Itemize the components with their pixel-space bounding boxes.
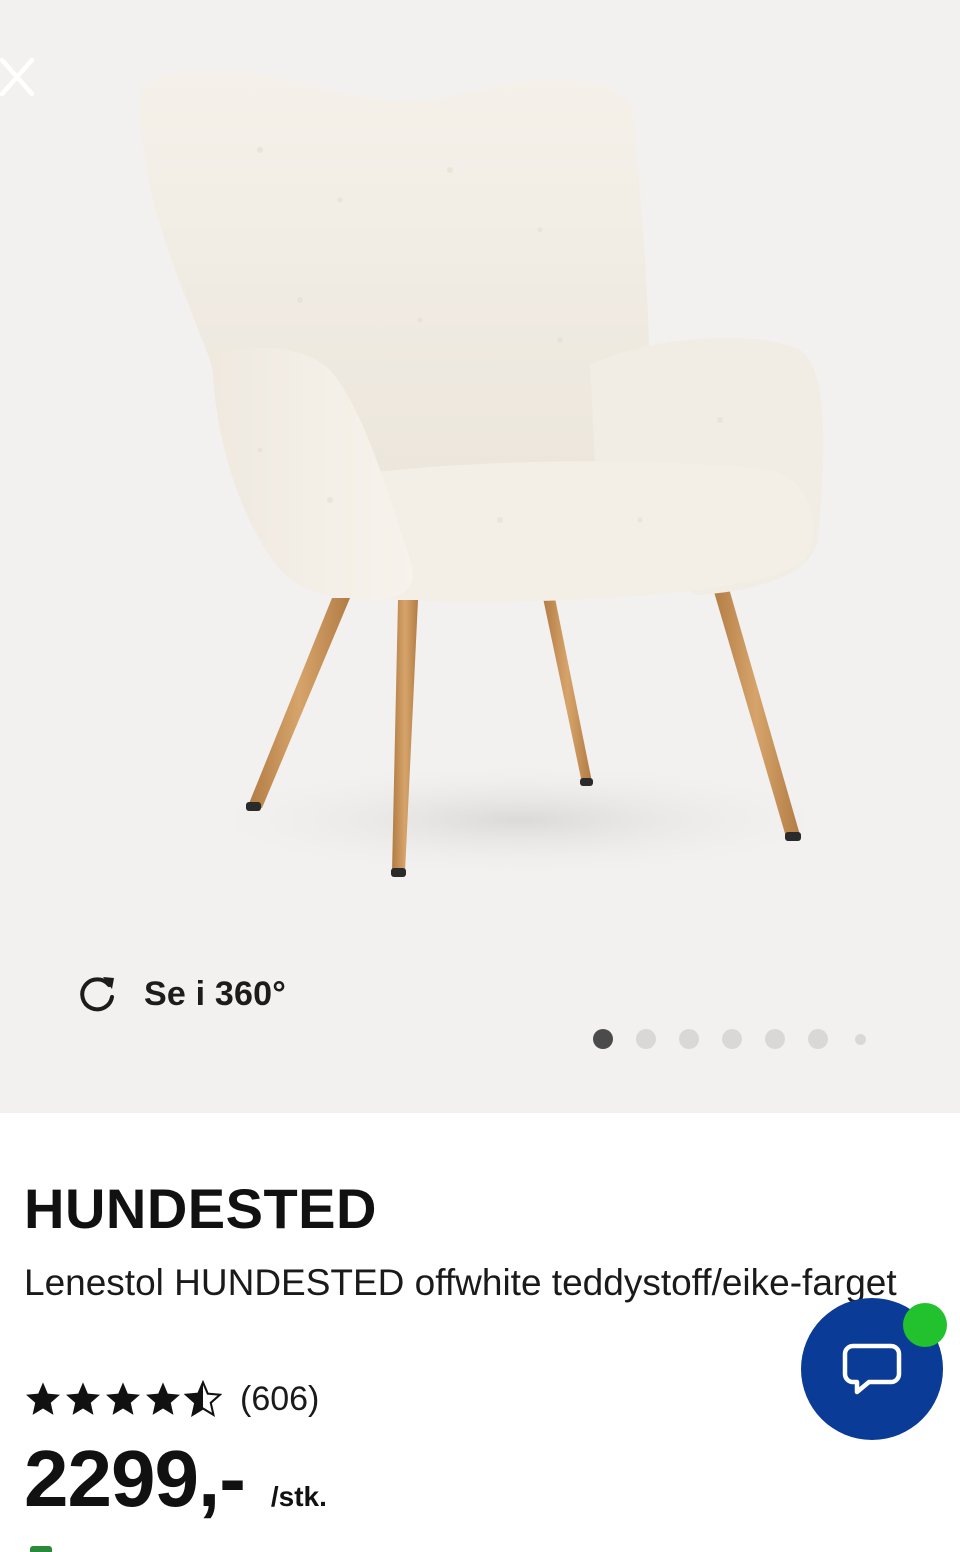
view-360-label: Se i 360°	[144, 974, 287, 1013]
close-button[interactable]	[0, 52, 40, 102]
product-image	[140, 70, 860, 880]
gallery-dot-3[interactable]	[679, 1029, 699, 1049]
close-icon	[0, 57, 35, 97]
gallery-dot-2[interactable]	[636, 1029, 656, 1049]
gallery-dot-6[interactable]	[808, 1029, 828, 1049]
star-full-icon	[106, 1382, 140, 1415]
online-status-dot	[903, 1303, 947, 1347]
star-half-icon	[184, 1380, 222, 1417]
product-description: Lenestol HUNDESTED offwhite teddystoff/e…	[24, 1262, 897, 1303]
gallery-pagination	[593, 1029, 866, 1049]
rotate-icon	[80, 977, 114, 1012]
price-unit: /stk.	[270, 1481, 327, 1512]
gallery-dot-4[interactable]	[722, 1029, 742, 1049]
product-price: 2299,-	[24, 1434, 246, 1523]
gallery-dot-7[interactable]	[855, 1033, 866, 1045]
stock-indicator	[30, 1546, 52, 1552]
product-image-gallery[interactable]: Se i 360°	[0, 0, 960, 1113]
view-360-button[interactable]: Se i 360°	[76, 970, 286, 1018]
chat-bubble-icon	[842, 1343, 902, 1395]
product-brand: HUNDESTED	[24, 1177, 377, 1240]
product-page: Se i 360° HUNDESTED Lenestol HUNDESTED o…	[0, 0, 960, 1552]
star-full-icon	[26, 1382, 60, 1415]
star-full-icon	[66, 1382, 100, 1415]
product-rating[interactable]: (606)	[24, 1376, 319, 1422]
gallery-dot-1[interactable]	[593, 1029, 613, 1049]
star-full-icon	[146, 1382, 180, 1415]
review-count: (606)	[240, 1379, 320, 1418]
rating-stars	[24, 1380, 222, 1418]
gallery-dot-5[interactable]	[765, 1029, 785, 1049]
price-row: 2299,- /stk.	[24, 1436, 327, 1522]
